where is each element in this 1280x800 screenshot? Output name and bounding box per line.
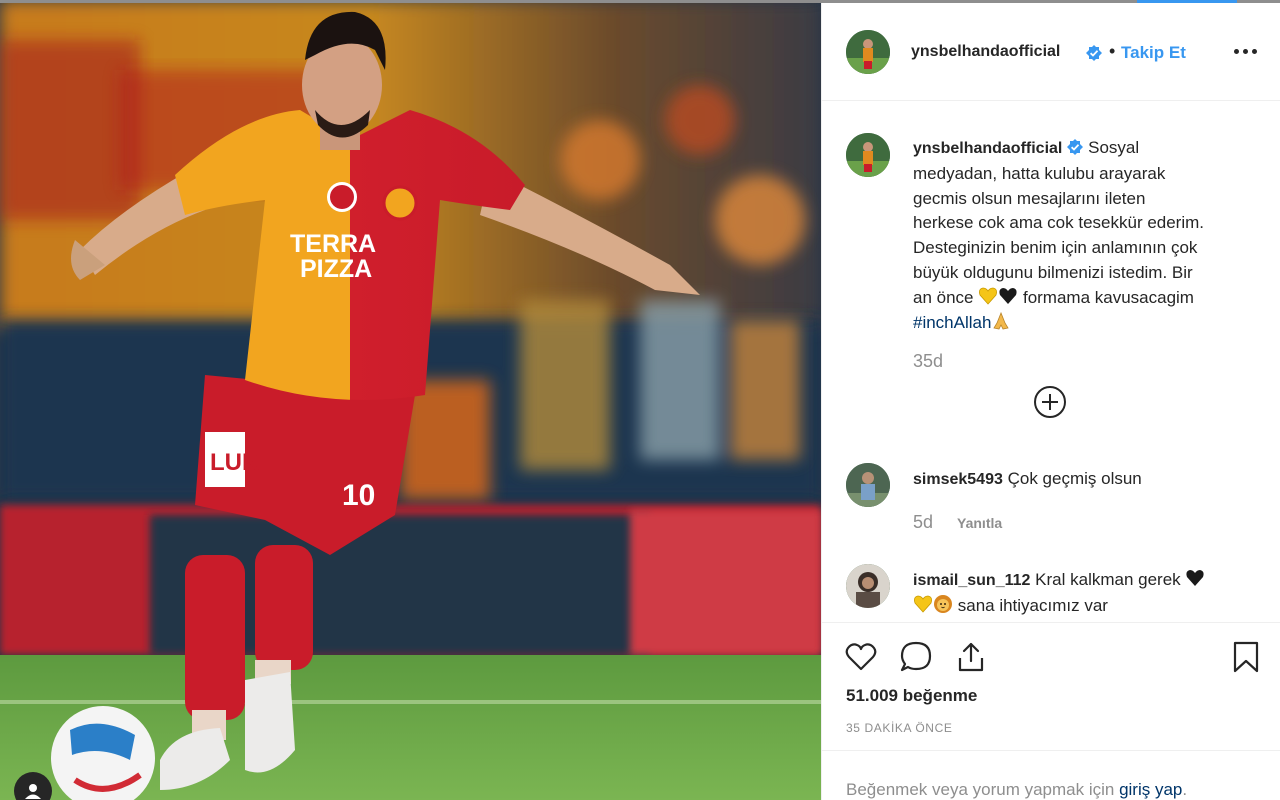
author-avatar[interactable] <box>846 30 890 74</box>
follow-button[interactable]: Takip Et <box>1121 43 1186 63</box>
commenter-avatar[interactable] <box>846 463 890 507</box>
share-icon[interactable] <box>954 640 988 674</box>
login-prefix: Beğenmek veya yorum yapmak için <box>846 780 1115 799</box>
black-heart-icon <box>1186 570 1204 586</box>
praying-hands-icon <box>993 311 1010 330</box>
commenter-username[interactable]: ismail_sun_112 <box>913 572 1030 589</box>
progress-accent <box>1137 0 1237 3</box>
plus-circle-icon[interactable] <box>1033 385 1067 419</box>
caption-time: 35d <box>913 351 944 371</box>
post-timestamp: 35 DAKİKA ÖNCE <box>846 721 953 735</box>
comment-text: simsek5493 Çok geçmiş olsun <box>913 466 1243 492</box>
commenter-avatar[interactable] <box>846 564 890 608</box>
football-player-image: LUK 10 TERRA PIZZA <box>0 0 821 800</box>
comment-body: Kral kalkman gerek <box>1035 570 1181 589</box>
caption-line: formama kavusacagim <box>1022 287 1194 307</box>
svg-text:PIZZA: PIZZA <box>300 255 372 283</box>
top-progress-strip <box>0 0 1280 3</box>
verified-badge-icon <box>1086 45 1102 61</box>
post-sidebar: ynsbelhandaofficial • Takip Et ynsbelhan… <box>821 0 1280 800</box>
caption-author-avatar[interactable] <box>846 133 890 177</box>
login-text: Beğenmek veya yorum yapmak için giriş ya… <box>846 780 1187 800</box>
comment-body: Çok geçmiş olsun <box>1007 469 1142 488</box>
caption-line: büyük oldugunu bilmenizi istedim. Bir <box>913 262 1193 282</box>
comment-time: 5d <box>913 512 934 532</box>
post-photo[interactable]: LUK 10 TERRA PIZZA <box>0 0 821 800</box>
commenter-username[interactable]: simsek5493 <box>913 471 1003 488</box>
caption-line: Desteginizin benim için anlamının çok <box>913 238 1198 258</box>
bookmark-icon[interactable] <box>1229 640 1263 674</box>
svg-text:10: 10 <box>342 479 375 512</box>
comment-body: sana ihtiyacımız var <box>957 596 1108 615</box>
lion-face-icon <box>934 595 952 613</box>
yellow-heart-icon <box>914 595 932 613</box>
caption-username[interactable]: ynsbelhandaofficial <box>913 140 1062 157</box>
more-options-icon[interactable] <box>1234 41 1262 61</box>
comment-text: ismail_sun_112 Kral kalkman gerek sana i… <box>913 567 1243 618</box>
caption-text: ynsbelhandaofficial Sosyal medyadan, hat… <box>913 136 1253 335</box>
login-suffix: . <box>1182 780 1188 799</box>
caption-line: Sosyal <box>1088 138 1140 157</box>
yellow-heart-icon <box>979 287 998 305</box>
caption-hashtag[interactable]: #inchAllah <box>913 313 991 332</box>
post-actions: 51.009 beğenme 35 DAKİKA ÖNCE <box>822 622 1280 750</box>
comment-icon[interactable] <box>899 640 933 674</box>
caption-line: medyadan, hatta kulubu arayarak <box>913 163 1166 183</box>
reply-button[interactable]: Yanıtla <box>957 515 1002 531</box>
login-prompt: Beğenmek veya yorum yapmak için giriş ya… <box>822 750 1280 800</box>
svg-text:LUK: LUK <box>210 449 260 476</box>
like-count[interactable]: 51.009 beğenme <box>846 686 977 706</box>
author-username[interactable]: ynsbelhandaofficial <box>911 43 1060 61</box>
verified-badge-icon <box>1067 139 1084 155</box>
login-link[interactable]: giriş yap <box>1119 780 1182 799</box>
caption-line: herkese cok ama cok tesekkür ederim. <box>913 213 1205 233</box>
black-heart-icon <box>999 287 1017 304</box>
post-header: ynsbelhandaofficial • Takip Et <box>822 3 1280 101</box>
heart-icon[interactable] <box>844 640 878 674</box>
caption-line: an önce <box>913 287 974 307</box>
svg-text:TERRA: TERRA <box>290 230 376 258</box>
header-separator: • <box>1109 41 1116 61</box>
caption-line: gecmis olsun mesajlarını ileten <box>913 188 1146 208</box>
comment-meta: 5d Yanıtla <box>913 512 1002 533</box>
